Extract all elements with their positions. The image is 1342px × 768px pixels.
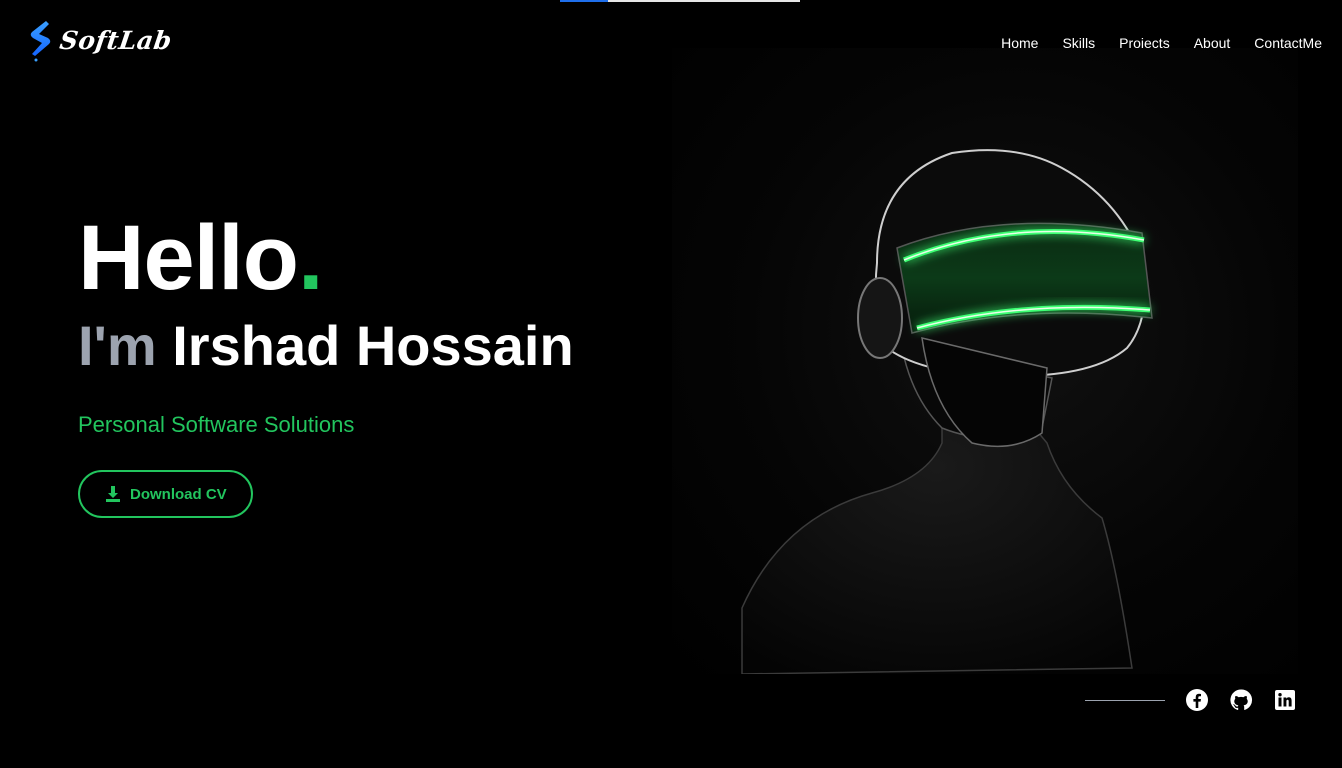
vr-headset-portrait-icon bbox=[741, 149, 1153, 675]
download-cv-label: Download CV bbox=[130, 485, 227, 503]
download-icon bbox=[106, 486, 120, 502]
hero-name: I'm Irshad Hossain bbox=[78, 318, 574, 374]
facebook-icon bbox=[1186, 689, 1208, 711]
hero-image bbox=[672, 48, 1298, 675]
hero-section: Hello. I'm Irshad Hossain Personal Softw… bbox=[78, 200, 574, 518]
github-icon bbox=[1230, 689, 1253, 711]
brand-logo[interactable]: SoftLab bbox=[26, 18, 174, 62]
greeting-text: Hello bbox=[78, 207, 299, 309]
github-link[interactable] bbox=[1229, 688, 1253, 712]
hero-greeting: Hello. bbox=[78, 212, 574, 304]
brand-name: SoftLab bbox=[57, 25, 174, 55]
social-links bbox=[1085, 688, 1317, 712]
logo-mark-icon bbox=[30, 21, 51, 62]
hero-tagline: Personal Software Solutions bbox=[78, 412, 355, 437]
scroll-progress-bar bbox=[560, 0, 800, 2]
facebook-link[interactable] bbox=[1185, 688, 1209, 712]
download-cv-button[interactable]: Download CV bbox=[78, 470, 253, 518]
page: SoftLab Home Skills Projects About Conta… bbox=[0, 0, 1342, 768]
linkedin-link[interactable] bbox=[1273, 688, 1297, 712]
hero-im: I'm bbox=[78, 314, 157, 377]
linkedin-icon bbox=[1275, 690, 1295, 710]
greeting-dot: . bbox=[297, 207, 324, 309]
social-divider bbox=[1085, 699, 1165, 701]
scroll-progress-fill bbox=[560, 0, 608, 2]
hero-fullname: Irshad Hossain bbox=[172, 314, 574, 377]
